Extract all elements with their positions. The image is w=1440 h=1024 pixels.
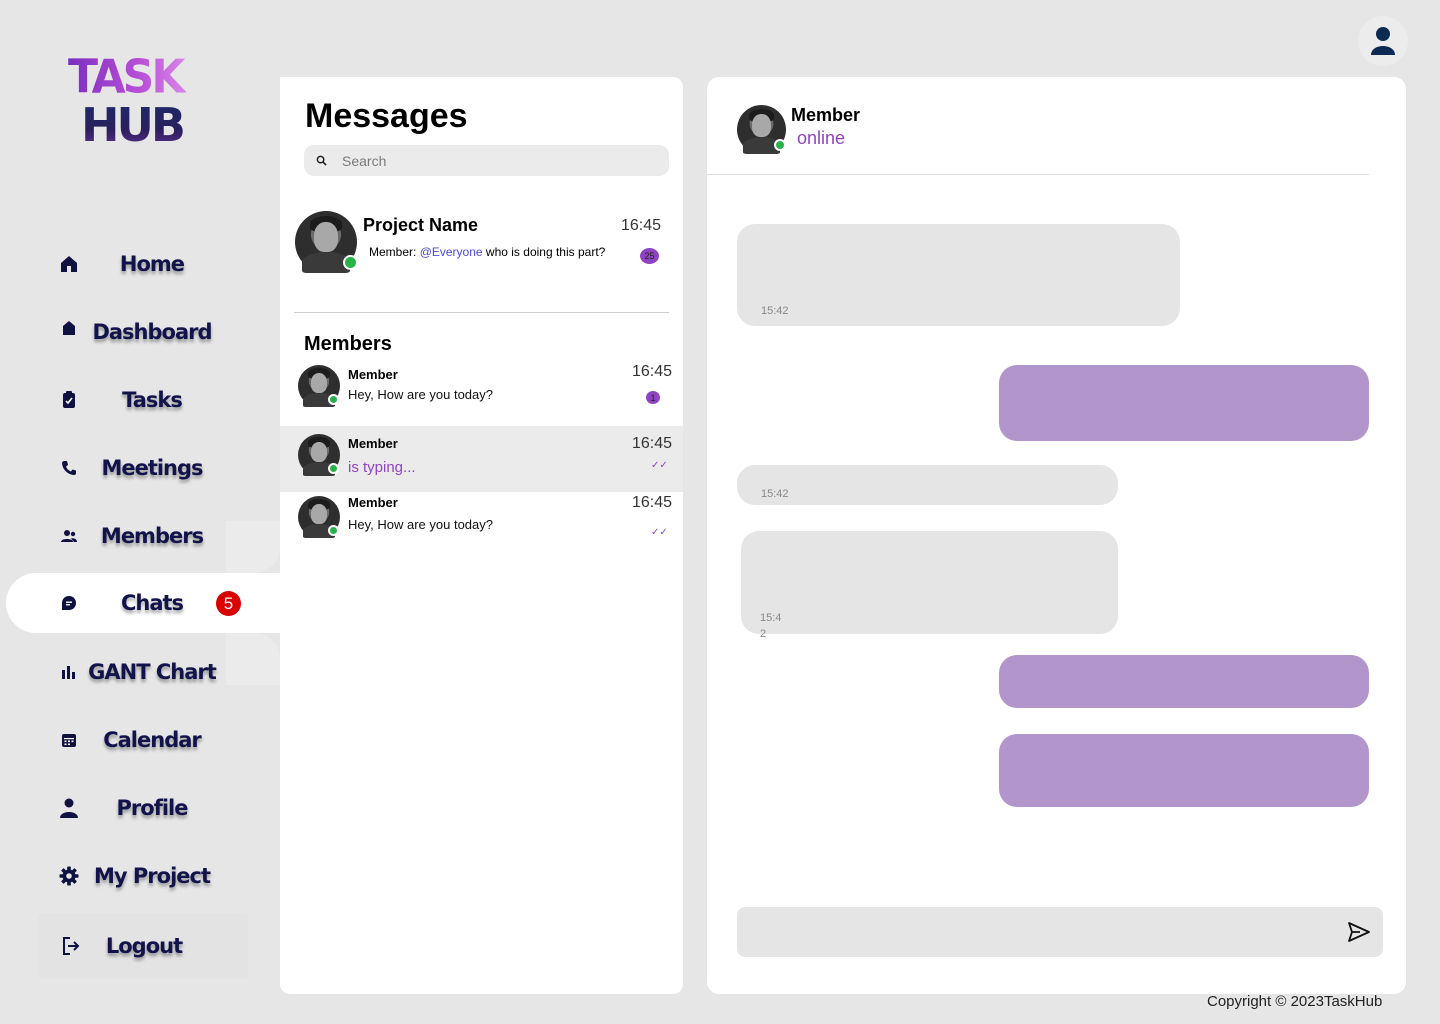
- project-unread-count: 25: [640, 248, 659, 264]
- avatar: [298, 365, 340, 407]
- logo-line-1: TASK: [68, 54, 188, 101]
- sidebar-item-label: Dashboard: [92, 320, 212, 344]
- sidebar-item-members[interactable]: Members: [0, 506, 280, 566]
- sidebar-item-label: Chats: [120, 591, 184, 615]
- sidebar-item-meetings[interactable]: Meetings: [0, 438, 280, 498]
- member-conversation[interactable]: Member Hey, How are you today? 16:45 1: [280, 357, 683, 421]
- sidebar-item-home[interactable]: Home: [0, 234, 280, 294]
- sidebar-item-logout[interactable]: Logout: [0, 916, 280, 976]
- sidebar-item-label: Home: [119, 252, 185, 276]
- member-conversation[interactable]: Member is typing... 16:45 ✓✓: [280, 426, 683, 492]
- outgoing-message-bubble[interactable]: [999, 365, 1369, 441]
- message-input[interactable]: [753, 907, 1333, 957]
- message-time: 15:4 2: [760, 612, 782, 640]
- chat-panel: Member online 15:42 15:42 15:4 2: [707, 77, 1406, 994]
- search-box[interactable]: [304, 145, 669, 176]
- sidebar-item-label: Meetings: [101, 456, 203, 480]
- chat-contact-name: Member: [791, 105, 861, 125]
- read-check-icon: ✓✓: [651, 460, 668, 471]
- messages-panel: Messages Project Name 16:45 Member: @Eve…: [280, 77, 683, 994]
- message-composer: [737, 907, 1383, 957]
- project-preview: Member: @Everyone who is doing this part…: [369, 245, 606, 259]
- copyright-text: Copyright © 2023TaskHub: [1207, 993, 1383, 1010]
- incoming-message-bubble[interactable]: 15:4 2: [741, 531, 1118, 640]
- member-time: 16:45: [632, 494, 673, 511]
- message-time: 15:42: [761, 488, 789, 500]
- outgoing-message-bubble[interactable]: [999, 655, 1369, 708]
- user-icon: [1371, 27, 1395, 55]
- member-name: Member: [348, 495, 398, 510]
- sidebar-item-label: GANT Chart: [88, 660, 217, 684]
- message-time: 15:42: [761, 305, 789, 317]
- member-name: Member: [348, 436, 398, 451]
- preview-mention[interactable]: @Everyone: [420, 245, 483, 259]
- divider: [294, 312, 669, 313]
- sidebar-item-my-project[interactable]: My Project: [0, 846, 280, 906]
- online-indicator: [328, 394, 339, 405]
- sidebar-item-label: Members: [100, 524, 204, 548]
- sidebar-item-label: Calendar: [103, 728, 202, 752]
- online-indicator: [774, 139, 786, 151]
- project-time: 16:45: [621, 217, 662, 234]
- avatar: [298, 434, 340, 476]
- search-icon: [316, 155, 327, 166]
- online-indicator: [328, 463, 339, 474]
- online-indicator: [343, 255, 358, 270]
- profile-button[interactable]: [1358, 16, 1408, 66]
- member-conversation[interactable]: Member Hey, How are you today? 16:45 ✓✓: [280, 492, 683, 556]
- members-title: Members: [304, 333, 392, 355]
- sidebar-item-label: Logout: [105, 934, 183, 958]
- chat-header-divider: [707, 174, 1369, 175]
- typing-indicator: is typing...: [348, 459, 416, 476]
- member-name: Member: [348, 367, 398, 382]
- sidebar-item-gant-chart[interactable]: GANT Chart: [0, 642, 280, 702]
- online-indicator: [328, 525, 339, 536]
- sidebar-item-dashboard[interactable]: Dashboard: [0, 302, 280, 362]
- sidebar-item-label: Profile: [116, 796, 189, 820]
- send-icon[interactable]: [1347, 920, 1371, 944]
- preview-text: who is doing this part?: [485, 245, 606, 259]
- unread-badge: 5: [216, 591, 241, 616]
- member-time: 16:45: [632, 435, 673, 452]
- avatar: [298, 496, 340, 538]
- messages-title: Messages: [305, 97, 468, 135]
- taskhub-logo: TASK HUB: [68, 54, 188, 148]
- incoming-message-bubble[interactable]: 15:42: [737, 224, 1180, 326]
- member-last-message: Hey, How are you today?: [348, 387, 493, 402]
- chat-contact-status: online: [797, 128, 846, 148]
- sidebar-item-label: My Project: [94, 864, 211, 888]
- member-last-message: Hey, How are you today?: [348, 517, 493, 532]
- logo-line-2: HUB: [81, 102, 188, 148]
- incoming-message-bubble[interactable]: 15:42: [737, 465, 1118, 505]
- sidebar-item-chats[interactable]: Chats 5: [6, 573, 280, 633]
- chat-avatar: [737, 105, 786, 154]
- preview-sender: Member: [369, 245, 414, 259]
- project-name: Project Name: [363, 215, 479, 235]
- sidebar-item-label: Tasks: [122, 388, 183, 412]
- avatar: [295, 211, 358, 273]
- member-unread-count: 1: [646, 391, 660, 404]
- outgoing-message-bubble[interactable]: [999, 734, 1369, 807]
- sidebar-item-profile[interactable]: Profile: [0, 778, 280, 838]
- read-check-icon: ✓✓: [651, 527, 668, 538]
- search-input[interactable]: [342, 145, 652, 176]
- member-time: 16:45: [632, 363, 673, 380]
- sidebar-item-tasks[interactable]: Tasks: [0, 370, 280, 430]
- sidebar-item-calendar[interactable]: Calendar: [0, 710, 280, 770]
